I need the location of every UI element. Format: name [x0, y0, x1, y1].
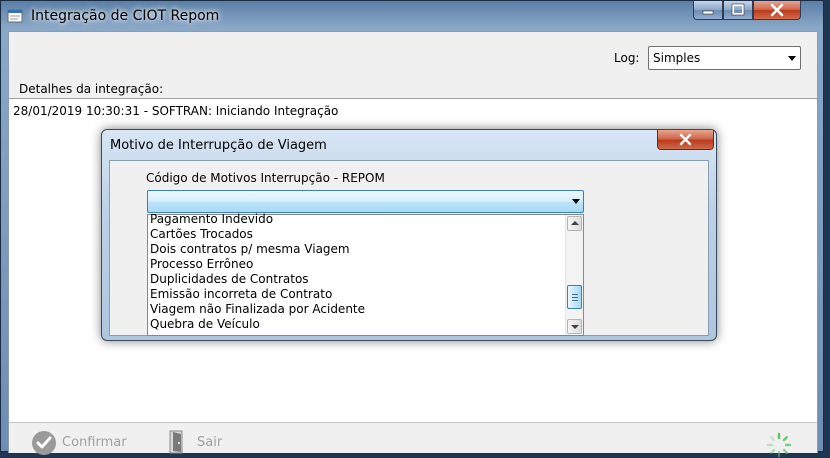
maximize-icon — [731, 3, 745, 16]
interruption-dialog: Motivo de Interrupção de Viagem Código d… — [101, 129, 717, 341]
log-label: Log: — [614, 51, 640, 65]
confirm-button[interactable]: Confirmar — [62, 435, 127, 450]
check-circle-icon — [32, 431, 56, 455]
exit-door-icon — [169, 430, 183, 454]
list-item[interactable]: Processo Errôneo — [150, 257, 253, 271]
close-icon — [679, 133, 692, 146]
reason-code-combo[interactable] — [147, 190, 584, 213]
details-label: Detalhes da integração: — [19, 82, 164, 96]
close-button[interactable] — [753, 1, 801, 20]
arrow-down-icon — [571, 325, 579, 329]
log-select-value: Simples — [653, 51, 701, 65]
minimize-button[interactable] — [693, 1, 723, 20]
scroll-down-button[interactable] — [567, 319, 582, 334]
dialog-close-button[interactable] — [657, 130, 714, 150]
grip-line — [572, 297, 578, 298]
title-bar[interactable]: Integração de CIOT Repom — [1, 1, 823, 31]
scroll-up-button[interactable] — [567, 216, 582, 231]
list-item[interactable]: Cartões Trocados — [150, 227, 253, 241]
list-scrollbar[interactable] — [565, 215, 583, 335]
list-item[interactable]: Pagamento Indevido — [150, 212, 273, 226]
grip-line — [572, 300, 578, 301]
app-icon — [7, 9, 23, 23]
reason-options-list[interactable]: Pagamento Indevido Cartões Trocados Dois… — [147, 212, 584, 336]
maximize-button[interactable] — [723, 1, 753, 20]
minimize-icon — [702, 10, 714, 15]
loading-spinner-icon — [766, 432, 792, 458]
arrow-up-icon — [571, 221, 579, 225]
log-line: 28/01/2019 10:30:31 - SOFTRAN: Iniciando… — [13, 104, 339, 118]
exit-button[interactable]: Sair — [197, 435, 222, 450]
grip-line — [572, 294, 578, 295]
chevron-down-icon — [572, 199, 580, 204]
window-title: Integração de CIOT Repom — [31, 8, 220, 24]
scroll-thumb[interactable] — [567, 285, 582, 309]
list-item[interactable]: Duplicidades de Contratos — [150, 272, 309, 286]
list-item[interactable]: Viagem não Finalizada por Acidente — [150, 302, 365, 316]
list-item[interactable]: Emissão incorreta de Contrato — [150, 287, 332, 301]
list-item[interactable]: Dois contratos p/ mesma Viagem — [150, 242, 350, 256]
dialog-client: Código de Motivos Interrupção - REPOM Pa… — [109, 160, 709, 336]
dialog-title: Motivo de Interrupção de Viagem — [110, 138, 327, 153]
reason-code-label: Código de Motivos Interrupção - REPOM — [146, 171, 385, 185]
chevron-down-icon — [788, 56, 796, 61]
log-select[interactable]: Simples — [648, 46, 801, 70]
close-icon — [770, 3, 784, 17]
list-item[interactable]: Quebra de Veículo — [150, 317, 260, 331]
